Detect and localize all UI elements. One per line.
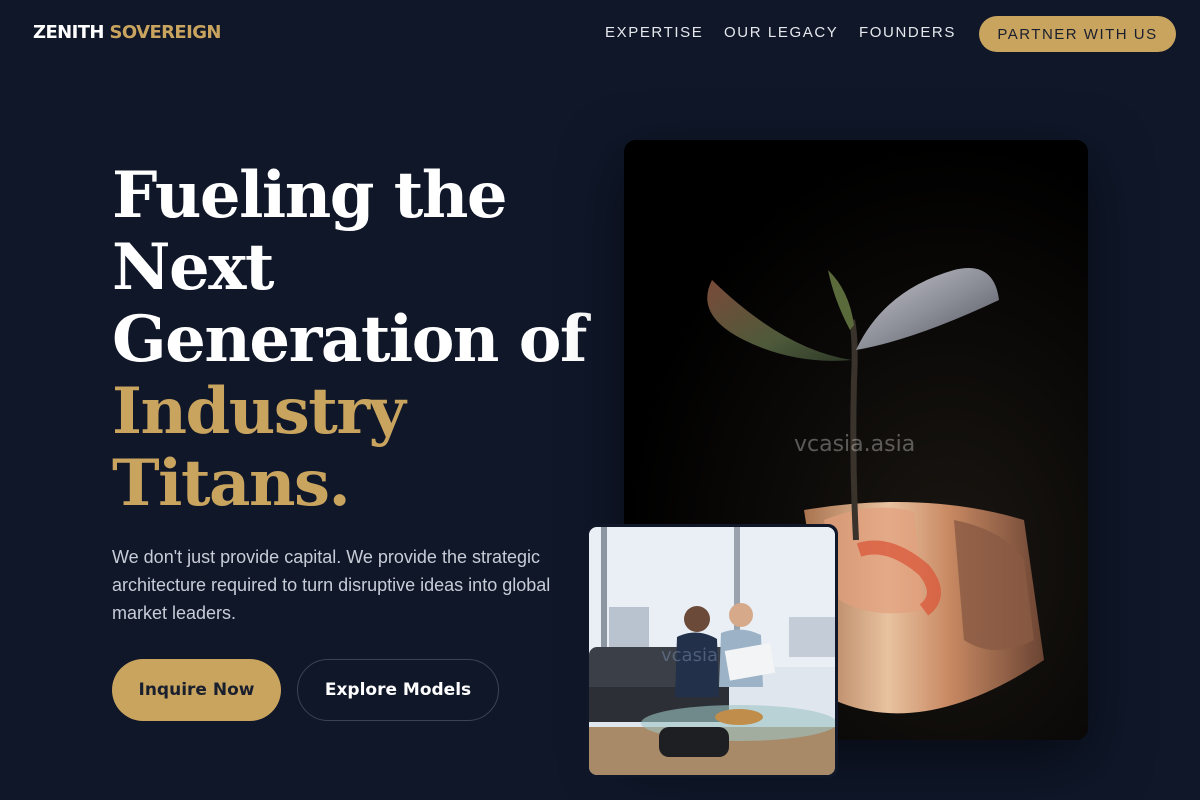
- nav-link-our-legacy[interactable]: OUR LEGACY: [724, 24, 838, 41]
- headline-accent-line: Industry: [112, 374, 406, 449]
- headline-line: Generation of: [112, 302, 587, 377]
- headline-accent-line: Titans.: [112, 446, 351, 521]
- headline-line: Next: [112, 230, 274, 305]
- nav-link-expertise[interactable]: EXPERTISE: [605, 24, 703, 41]
- hero-subtext: We don't just provide capital. We provid…: [112, 547, 551, 623]
- hero-headline: Fueling the Next Generation of Industry …: [112, 160, 592, 520]
- partner-with-us-button[interactable]: PARTNER WITH US: [979, 16, 1176, 52]
- inquire-now-button[interactable]: Inquire Now: [112, 659, 281, 721]
- brand-name-accent: SOVEREIGN: [109, 22, 222, 43]
- headline-line: Fueling the: [112, 158, 508, 233]
- image-watermark: vcasia.asia: [794, 432, 916, 457]
- brand-name-primary: ZENITH: [33, 22, 104, 43]
- brand-logo[interactable]: ZENITH SOVEREIGN: [33, 22, 221, 43]
- business-meeting-photo: vcasia: [586, 524, 838, 778]
- image-watermark: vcasia: [661, 645, 718, 666]
- nav-link-founders[interactable]: FOUNDERS: [859, 24, 956, 41]
- explore-models-button[interactable]: Explore Models: [297, 659, 499, 721]
